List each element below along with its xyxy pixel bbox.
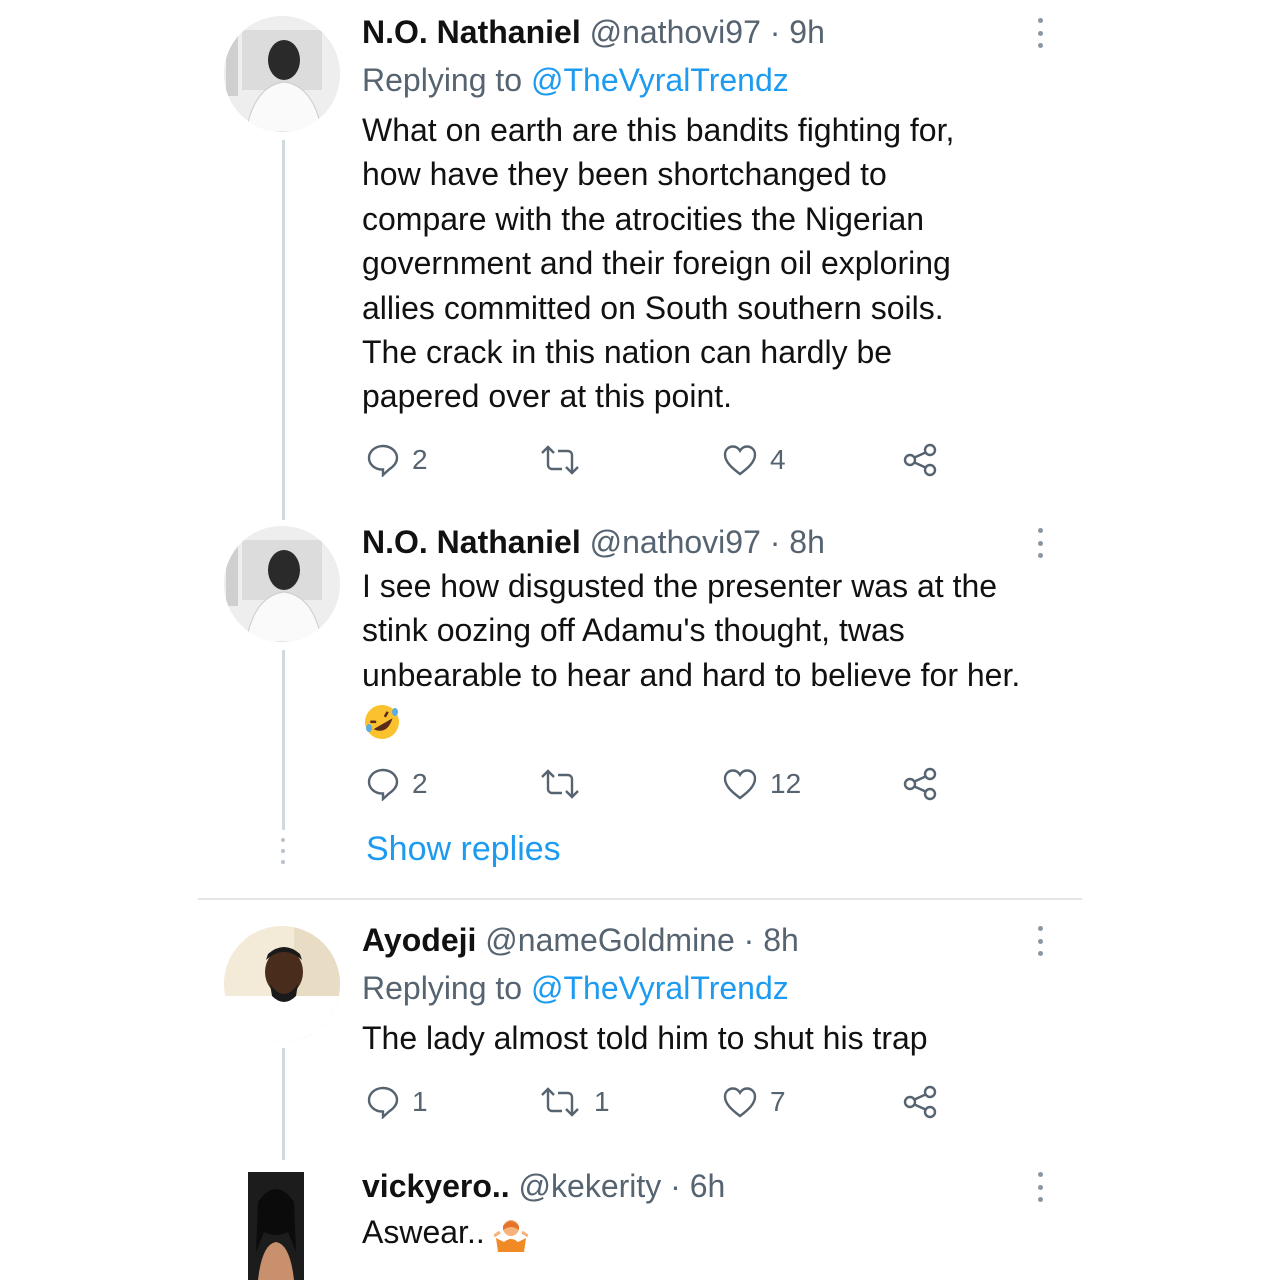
heart-icon — [723, 1087, 757, 1118]
tweet-text-line: allies committed on South southern soils… — [362, 289, 944, 326]
more-options-button[interactable] — [1030, 528, 1050, 558]
person-shrugging-emoji — [493, 1219, 528, 1252]
tweet-header: Ayodeji @nameGoldmine · 8h — [362, 920, 799, 960]
tweet-text: What on earth are this bandits fighting … — [362, 108, 1082, 419]
display-name[interactable]: N.O. Nathaniel — [362, 14, 581, 50]
heart-icon — [723, 445, 757, 476]
replying-to-handle[interactable]: @TheVyralTrendz — [531, 970, 789, 1006]
tweet-text-line: I see how disgusted the presenter was at… — [362, 568, 998, 604]
tweet-text: I see how disgusted the presenter was at… — [362, 564, 1122, 741]
tweet-4[interactable]: vickyero.. @kekerity · 6h Aswear.. — [0, 1160, 1280, 1280]
like-button[interactable]: 7 — [722, 1080, 786, 1124]
retweet-icon — [541, 769, 579, 799]
timestamp[interactable]: · 8h — [744, 922, 799, 958]
tweet-2[interactable]: N.O. Nathaniel @nathovi97 · 8h I see how… — [0, 520, 1280, 898]
user-handle[interactable]: @kekerity — [519, 1168, 662, 1204]
tweet-text-line: how have they been shortchanged to — [362, 156, 887, 193]
avatar[interactable] — [248, 1172, 304, 1280]
retweet-button[interactable] — [538, 762, 594, 806]
tweet-text-content: Aswear.. — [362, 1214, 485, 1250]
tweet-text-line: The crack in this nation can hardly be — [362, 334, 893, 371]
retweet-icon — [541, 1087, 579, 1117]
reply-button[interactable]: 1 — [366, 1080, 428, 1124]
reply-icon — [367, 1086, 399, 1119]
reply-count: 2 — [412, 768, 428, 799]
timestamp[interactable]: · 9h — [770, 14, 825, 50]
tweet-text-line: unbearable to hear and hard to believe f… — [362, 656, 1021, 693]
reply-count: 1 — [412, 1086, 428, 1117]
more-options-button[interactable] — [1030, 1172, 1050, 1202]
like-count: 4 — [770, 444, 786, 475]
share-icon — [903, 1085, 937, 1119]
reply-icon — [367, 444, 399, 477]
more-options-button[interactable] — [1030, 18, 1050, 48]
avatar[interactable] — [224, 526, 340, 642]
share-icon — [903, 443, 937, 477]
tweet-3[interactable]: Ayodeji @nameGoldmine · 8h Replying to @… — [0, 900, 1280, 1160]
like-count: 12 — [770, 768, 802, 799]
tweet-text: The lady almost told him to shut his tra… — [362, 1020, 928, 1056]
replying-to: Replying to @TheVyralTrendz — [362, 60, 789, 100]
reply-count: 2 — [412, 444, 428, 475]
tweet-header: vickyero.. @kekerity · 6h — [362, 1166, 725, 1206]
more-vertical-icon — [1037, 18, 1043, 23]
like-button[interactable]: 12 — [722, 762, 801, 806]
replying-to-label: Replying to — [362, 970, 523, 1006]
like-count: 7 — [770, 1086, 786, 1117]
share-icon — [903, 767, 937, 801]
avatar[interactable] — [224, 926, 340, 1042]
tweet-text-line: government and their foreign oil explori… — [362, 245, 951, 282]
tweet-text-line: What on earth are this bandits fighting … — [362, 112, 955, 148]
rolling-on-floor-laughing-emoji — [365, 704, 399, 739]
user-handle[interactable]: @nathovi97 — [590, 524, 761, 560]
thread-line — [282, 1048, 285, 1160]
show-replies-link[interactable]: Show replies — [366, 830, 561, 869]
user-handle[interactable]: @nameGoldmine — [485, 922, 734, 958]
tweet-text-line: papered over at this point. — [362, 378, 733, 415]
reply-button[interactable]: 2 — [366, 438, 428, 482]
tweet-actions: 2 12 — [362, 762, 962, 806]
avatar[interactable] — [224, 16, 340, 132]
replying-to-label: Replying to — [362, 62, 523, 98]
tweet-text: Aswear.. — [362, 1210, 1082, 1254]
more-vertical-icon — [1037, 1172, 1043, 1177]
reply-icon — [367, 768, 399, 801]
tweet-header: N.O. Nathaniel @nathovi97 · 8h — [362, 522, 825, 562]
thread-line — [282, 140, 285, 520]
retweet-count: 1 — [594, 1086, 610, 1117]
reply-button[interactable]: 2 — [366, 762, 428, 806]
more-vertical-icon — [1037, 528, 1043, 533]
heart-icon — [723, 769, 757, 800]
share-button[interactable] — [902, 762, 938, 806]
tweet-1[interactable]: N.O. Nathaniel @nathovi97 · 9h Replying … — [0, 0, 1280, 520]
replying-to: Replying to @TheVyralTrendz — [362, 968, 789, 1008]
tweet-text-line: stink oozing off Adamu's thought, twas — [362, 612, 905, 649]
thread-gap-indicator — [278, 838, 288, 864]
user-handle[interactable]: @nathovi97 — [590, 14, 761, 50]
tweet-text-line: compare with the atrocities the Nigerian — [362, 200, 925, 237]
more-vertical-icon — [1037, 926, 1043, 931]
share-button[interactable] — [902, 1080, 938, 1124]
tweet-actions: 2 4 — [362, 438, 962, 482]
display-name[interactable]: Ayodeji — [362, 922, 476, 958]
replying-to-handle[interactable]: @TheVyralTrendz — [531, 62, 789, 98]
thread-line — [282, 650, 285, 830]
like-button[interactable]: 4 — [722, 438, 786, 482]
tweet-actions: 1 1 7 — [362, 1080, 962, 1124]
share-button[interactable] — [902, 438, 938, 482]
display-name[interactable]: N.O. Nathaniel — [362, 524, 581, 560]
tweet-header: N.O. Nathaniel @nathovi97 · 9h — [362, 12, 825, 52]
retweet-icon — [541, 445, 579, 475]
timestamp[interactable]: · 8h — [770, 524, 825, 560]
retweet-button[interactable] — [538, 438, 594, 482]
timestamp[interactable]: · 6h — [670, 1168, 725, 1204]
retweet-button[interactable]: 1 — [538, 1080, 610, 1124]
display-name[interactable]: vickyero.. — [362, 1168, 510, 1204]
more-options-button[interactable] — [1030, 926, 1050, 956]
